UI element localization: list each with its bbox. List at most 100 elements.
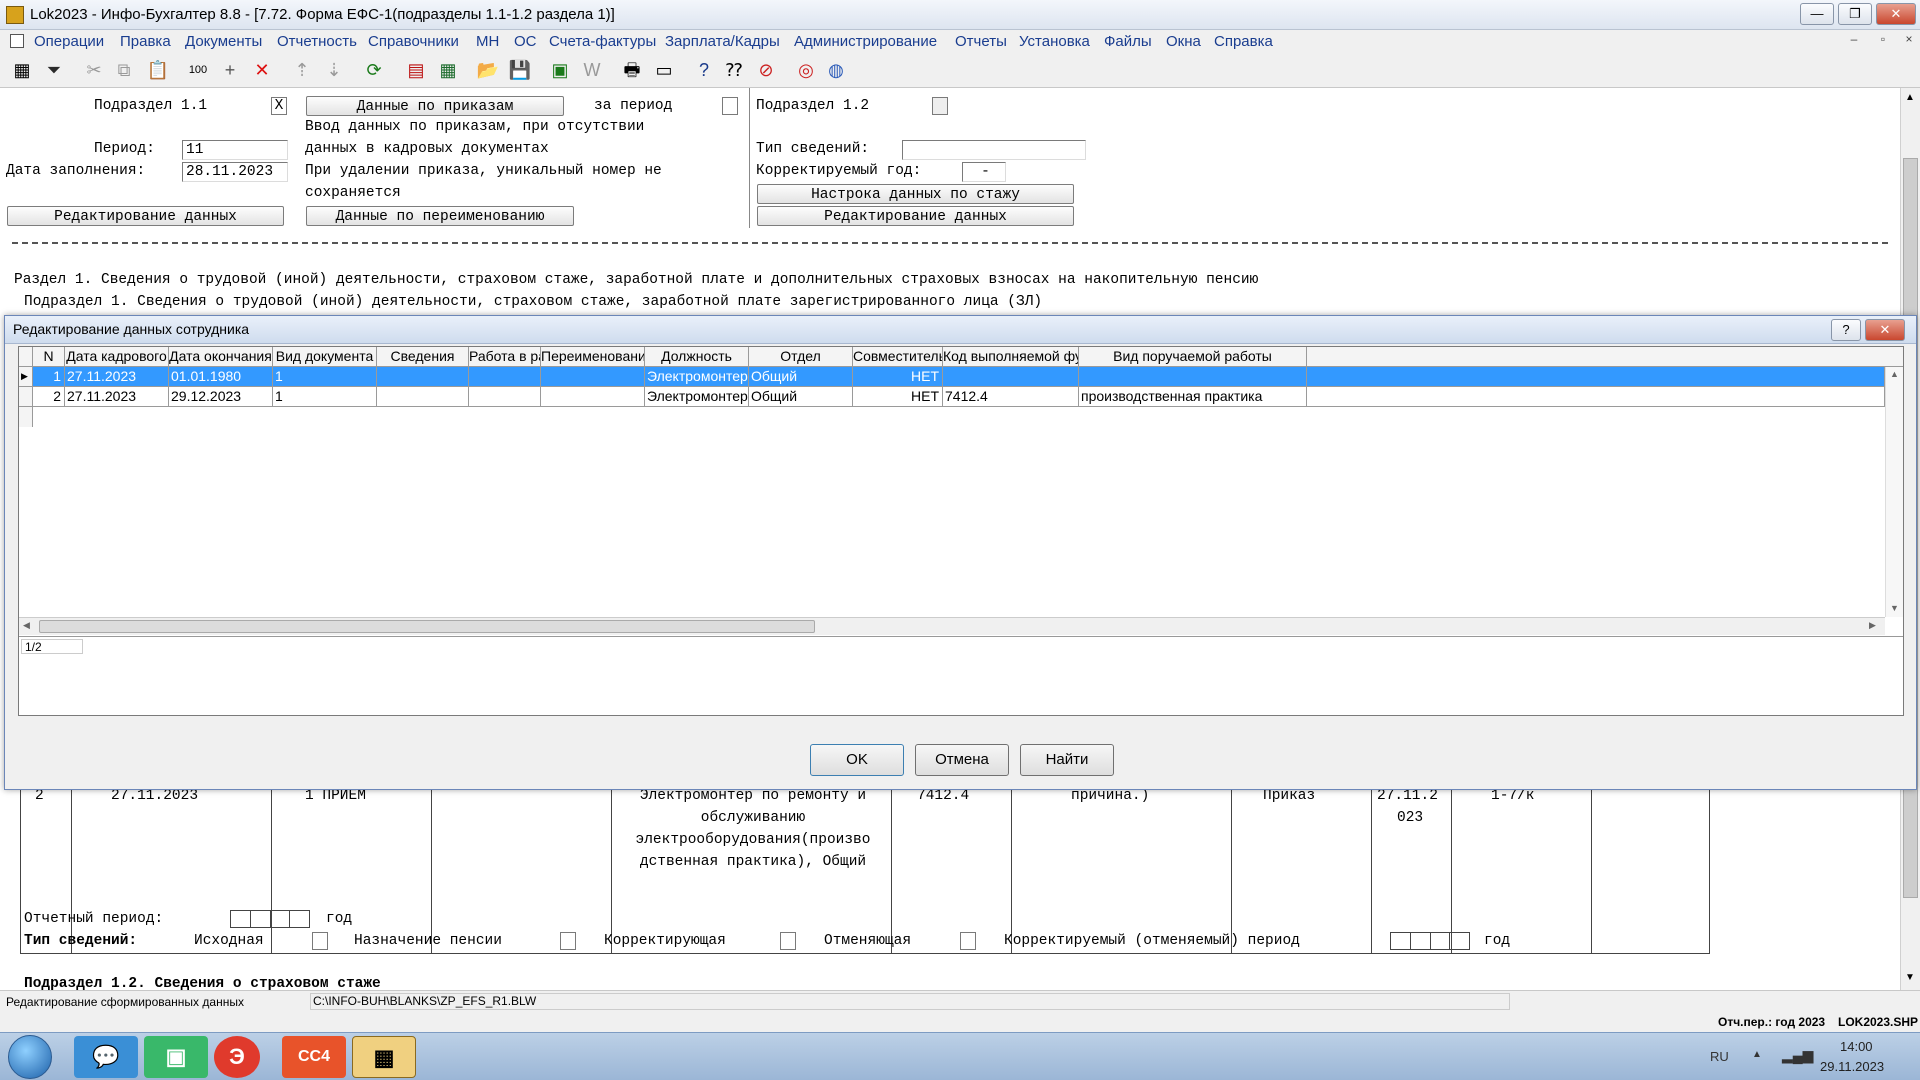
sub12-checkbox[interactable] (932, 97, 948, 115)
minimize-button[interactable]: — (1800, 3, 1834, 25)
period-checkbox[interactable] (722, 97, 738, 115)
delete-icon[interactable]: ✕ (250, 58, 274, 82)
cell-parttime[interactable]: НЕТ (853, 387, 943, 407)
grid-scroll-up-icon[interactable]: ▲ (1890, 369, 1899, 379)
rename-data-button[interactable]: Данные по переименованию (306, 206, 574, 226)
sub11-checkbox[interactable]: X (271, 97, 287, 115)
col-rename[interactable]: Переименование (541, 347, 645, 367)
menu-edit[interactable]: Правка (120, 33, 171, 50)
opt-corrective-checkbox[interactable] (780, 932, 796, 950)
cell-info[interactable] (377, 367, 469, 387)
menu-directories[interactable]: Справочники (368, 33, 459, 50)
row-indicator[interactable] (19, 387, 33, 407)
cell-position[interactable]: Электромонтер п (645, 367, 749, 387)
paste-icon[interactable]: 📋 (146, 58, 170, 82)
ok-button[interactable]: OK (810, 744, 904, 776)
experience-settings-button[interactable]: Настрока данных по стажу (757, 184, 1074, 204)
cell-n[interactable]: 1 (33, 367, 65, 387)
cell-dept[interactable]: Общий (749, 367, 853, 387)
col-n[interactable]: N (33, 347, 65, 367)
open-folder-icon[interactable]: 📂 (476, 58, 500, 82)
cell-date-end[interactable]: 01.01.1980 (169, 367, 273, 387)
menu-mn[interactable]: МН (476, 33, 499, 50)
corr-year-field[interactable]: - (962, 162, 1006, 182)
calendar-icon[interactable]: ▤ (404, 58, 428, 82)
orders-data-button[interactable]: Данные по приказам (306, 96, 564, 116)
cell-dept[interactable]: Общий (749, 387, 853, 407)
preview-icon[interactable]: ▭ (652, 58, 676, 82)
move-down-icon[interactable]: ⇣ (322, 58, 346, 82)
opt-pension-checkbox[interactable] (560, 932, 576, 950)
menu-payroll[interactable]: Зарплата/Кадры (665, 33, 780, 50)
grid-hscroll-thumb[interactable] (39, 620, 815, 633)
excel-icon[interactable]: ▣ (548, 58, 572, 82)
word-icon[interactable]: W (580, 58, 604, 82)
clock-date[interactable]: 29.11.2023 (1820, 1059, 1884, 1074)
mdi-restore-icon[interactable]: ▫ (1872, 32, 1894, 50)
menu-windows[interactable]: Окна (1166, 33, 1201, 50)
menu-settings[interactable]: Установка (1019, 33, 1090, 50)
grid-scroll-left-icon[interactable]: ◀ (23, 620, 30, 631)
menu-documents[interactable]: Документы (185, 33, 262, 50)
col-work-kind[interactable]: Вид поручаемой работы (1079, 347, 1307, 367)
col-parttime[interactable]: Совместитель (853, 347, 943, 367)
cell-doc-type[interactable]: 1 (273, 387, 377, 407)
edit-data-button-right[interactable]: Редактирование данных (757, 206, 1074, 226)
corrected-period-boxes[interactable] (1390, 932, 1470, 950)
cc4-app-icon[interactable]: CC4 (282, 1036, 346, 1078)
col-dept[interactable]: Отдел (749, 347, 853, 367)
abacus-app-icon[interactable]: ▦ (352, 1036, 416, 1078)
cell-date-end[interactable]: 29.12.2023 (169, 387, 273, 407)
menu-files[interactable]: Файлы (1104, 33, 1152, 50)
grid-vscroll[interactable]: ▲ ▼ (1885, 367, 1903, 617)
cell-work-kind[interactable]: производственная практика (1079, 387, 1307, 407)
cell-work[interactable] (469, 387, 541, 407)
numbering-icon[interactable]: 100 (186, 58, 210, 82)
menu-reporting[interactable]: Отчетность (277, 33, 357, 50)
employee-grid[interactable]: N Дата кадрового Дата окончания Вид доку… (18, 346, 1904, 716)
filter-icon[interactable]: ⏷ (42, 58, 66, 82)
fill-date-field[interactable]: 28.11.2023 (182, 162, 288, 182)
cell-rename[interactable] (541, 367, 645, 387)
cell-date-start[interactable]: 27.11.2023 (65, 367, 169, 387)
help-icon[interactable]: ? (692, 58, 716, 82)
col-doc-type[interactable]: Вид документа (273, 347, 377, 367)
grid-hscroll[interactable]: ◀ ▶ (19, 617, 1885, 635)
find-button[interactable]: Найти (1020, 744, 1114, 776)
cell-position[interactable]: Электромонтер п (645, 387, 749, 407)
cell-func-code[interactable]: 7412.4 (943, 387, 1079, 407)
cut-icon[interactable]: ✂ (82, 58, 106, 82)
add-icon[interactable]: + (218, 58, 242, 82)
cell-work-kind[interactable] (1079, 367, 1307, 387)
cell-info[interactable] (377, 387, 469, 407)
start-button-icon[interactable] (8, 1035, 52, 1079)
cell-func-code[interactable] (943, 367, 1079, 387)
menu-reports[interactable]: Отчеты (955, 33, 1007, 50)
mdi-close-icon[interactable]: × (1898, 32, 1920, 50)
menu-invoices[interactable]: Счета-фактуры (549, 33, 656, 50)
col-work[interactable]: Работа в ра (469, 347, 541, 367)
col-date-end[interactable]: Дата окончания (169, 347, 273, 367)
save-icon[interactable]: 💾 (508, 58, 532, 82)
cell-date-start[interactable]: 27.11.2023 (65, 387, 169, 407)
calculator-grid-icon[interactable]: ▦ (10, 58, 34, 82)
move-up-icon[interactable]: ⇡ (290, 58, 314, 82)
report-period-boxes[interactable] (230, 910, 310, 928)
globe-icon[interactable]: ◍ (824, 58, 848, 82)
opt-cancel-checkbox[interactable] (960, 932, 976, 950)
restore-button[interactable]: ❐ (1838, 3, 1872, 25)
clock-time[interactable]: 14:00 (1840, 1039, 1873, 1054)
print-icon[interactable]: 🖶 (620, 58, 644, 82)
info-type-field[interactable] (902, 140, 1086, 160)
mdi-minimize-icon[interactable]: – (1843, 32, 1865, 50)
refresh-icon[interactable]: ⟳ (362, 58, 386, 82)
menu-os[interactable]: ОС (514, 33, 537, 50)
edit-data-button-left[interactable]: Редактирование данных (7, 206, 284, 226)
messenger-app-icon[interactable]: 💬 (74, 1036, 138, 1078)
cell-parttime[interactable]: НЕТ (853, 367, 943, 387)
col-position[interactable]: Должность (645, 347, 749, 367)
browser-app-icon[interactable]: Э (214, 1036, 260, 1078)
menu-operations[interactable]: Операции (34, 33, 104, 50)
scroll-down-icon[interactable]: ▼ (1905, 972, 1915, 983)
chat-app-icon[interactable]: ▣ (144, 1036, 208, 1078)
